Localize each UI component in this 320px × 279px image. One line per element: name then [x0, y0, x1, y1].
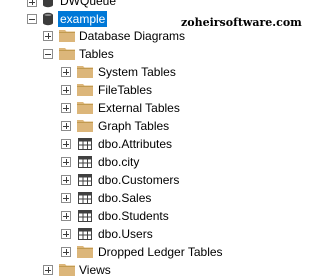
table-icon — [78, 138, 92, 150]
collapse-toggle[interactable] — [27, 14, 37, 24]
tree-item-label: System Tables — [98, 65, 176, 79]
tree-item-dbo-attributes[interactable]: dbo.Attributes — [0, 135, 220, 153]
table-icon — [78, 228, 92, 240]
tree-item-example-db[interactable]: example — [0, 10, 200, 28]
tree-item-views[interactable]: Views — [0, 261, 200, 279]
expand-toggle[interactable] — [61, 157, 71, 167]
expand-toggle[interactable] — [61, 103, 71, 113]
tree-item-label: dbo.city — [98, 155, 140, 169]
tree-item-label: dbo.Customers — [98, 173, 180, 187]
expand-toggle[interactable] — [61, 139, 71, 149]
expand-toggle[interactable] — [61, 85, 71, 95]
tree-item-label: FileTables — [98, 83, 153, 97]
tree-item-label: dbo.Attributes — [98, 137, 173, 151]
table-icon — [78, 210, 92, 222]
database-icon — [43, 0, 53, 8]
tree-item-filetables[interactable]: FileTables — [0, 81, 220, 99]
folder-icon — [59, 30, 75, 42]
tree-item-dbo-users[interactable]: dbo.Users — [0, 225, 220, 243]
tree-item-external-tables[interactable]: External Tables — [0, 99, 220, 117]
expand-toggle[interactable] — [61, 247, 71, 257]
tree-item-dwqueue[interactable]: DWQueue — [0, 0, 200, 10]
tree-item-system-tables[interactable]: System Tables — [0, 63, 220, 81]
tree-item-label: dbo.Sales — [98, 191, 152, 205]
tree-item-label: Graph Tables — [98, 119, 170, 133]
folder-icon — [77, 102, 93, 114]
table-icon — [78, 156, 92, 168]
table-icon — [78, 192, 92, 204]
expand-toggle[interactable] — [61, 175, 71, 185]
database-icon — [43, 12, 53, 26]
expand-toggle[interactable] — [61, 229, 71, 239]
collapse-toggle[interactable] — [43, 49, 53, 59]
expand-toggle[interactable] — [61, 67, 71, 77]
tree-item-label: example — [58, 11, 108, 27]
tree-item-label: dbo.Users — [98, 227, 153, 241]
tree-item-dbo-sales[interactable]: dbo.Sales — [0, 189, 220, 207]
folder-icon — [77, 66, 93, 78]
tree-item-label: External Tables — [98, 101, 180, 115]
folder-icon — [77, 120, 93, 132]
folder-icon — [59, 48, 75, 60]
tree-item-label: Views — [79, 263, 111, 277]
expand-toggle[interactable] — [43, 31, 53, 41]
expand-toggle[interactable] — [61, 193, 71, 203]
tree-item-tables[interactable]: Tables — [0, 45, 200, 63]
tree-item-dropped-ledger-tables[interactable]: Dropped Ledger Tables — [0, 243, 240, 261]
tree-item-dbo-city[interactable]: dbo.city — [0, 153, 220, 171]
tree-item-database-diagrams[interactable]: Database Diagrams — [0, 27, 200, 45]
table-icon — [78, 174, 92, 186]
tree-item-graph-tables[interactable]: Graph Tables — [0, 117, 220, 135]
expand-toggle[interactable] — [61, 211, 71, 221]
tree-item-label: dbo.Students — [98, 209, 169, 223]
folder-icon — [77, 84, 93, 96]
tree-item-label: Dropped Ledger Tables — [98, 245, 223, 259]
expand-toggle[interactable] — [27, 0, 37, 7]
folder-icon — [59, 264, 75, 276]
tree-item-dbo-students[interactable]: dbo.Students — [0, 207, 220, 225]
tree-item-label: Database Diagrams — [79, 29, 186, 43]
folder-icon — [77, 246, 93, 258]
expand-toggle[interactable] — [61, 121, 71, 131]
tree-item-dbo-customers[interactable]: dbo.Customers — [0, 171, 220, 189]
tree-item-label: Tables — [79, 47, 114, 61]
tree-item-label: DWQueue — [60, 0, 117, 8]
